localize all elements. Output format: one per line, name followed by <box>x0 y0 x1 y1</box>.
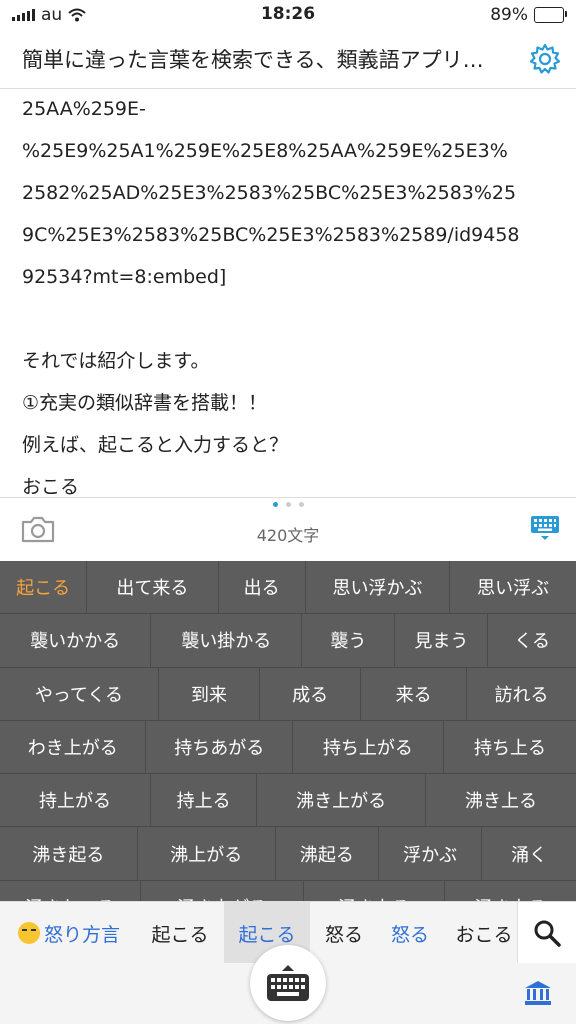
synonym-row: 襲いかかる 襲い掛かる 襲う 見まう くる <box>0 614 576 668</box>
candidate-item[interactable]: 怒る <box>378 902 442 964</box>
gear-icon[interactable] <box>528 42 562 76</box>
synonym-cell[interactable]: 見まう <box>395 614 489 667</box>
status-bar: au 18:26 89% <box>0 0 576 30</box>
synonym-cell[interactable]: 涌き上る <box>445 881 576 901</box>
synonym-cell[interactable]: 持ちあがる <box>146 720 293 774</box>
page-dot <box>285 502 291 507</box>
synonym-cell[interactable]: 来る <box>361 667 467 720</box>
emoji-candidate-label: 怒り方言 <box>43 923 120 946</box>
synonym-row: 涌きおこる 涌き上がる 涌き上る 涌き上る <box>0 880 576 901</box>
doc-line <box>22 298 552 340</box>
battery: 89% <box>490 5 567 25</box>
synonym-cell[interactable]: 沸起る <box>276 827 379 880</box>
synonym-cell[interactable]: 涌く <box>482 827 576 879</box>
doc-line: それでは紹介します。 <box>22 350 210 372</box>
battery-percent: 89% <box>490 5 528 25</box>
synonym-cell[interactable]: 持ち上る <box>444 721 576 773</box>
synonym-cell[interactable]: 思い浮ぶ <box>450 561 576 613</box>
synonym-cell[interactable]: 沸き上る <box>426 774 576 826</box>
doc-line: 25AA%259E- <box>22 98 146 120</box>
synonym-cell[interactable]: 出る <box>219 561 306 614</box>
synonym-cell[interactable]: 持ち上がる <box>293 720 444 774</box>
page-dot <box>298 502 304 507</box>
synonym-cell[interactable]: 襲いかかる <box>0 614 152 667</box>
laughing-face-icon <box>17 922 40 944</box>
synonym-row: 持上がる 持上る 沸き上がる 沸き上る <box>0 774 576 828</box>
synonym-cell[interactable]: 涌き上る <box>304 880 445 901</box>
synonym-cell[interactable]: 思い浮かぶ <box>306 561 451 614</box>
page-dot <box>272 502 278 507</box>
synonym-cell[interactable]: わき上がる <box>0 720 147 774</box>
keyboard-icon <box>267 965 309 1001</box>
synonym-cell[interactable]: 訪れる <box>467 668 576 720</box>
synonym-grid: 起こる 出て来る 出る 思い浮かぶ 思い浮ぶ 襲いかかる 襲い掛かる 襲う 見ま… <box>0 561 576 901</box>
document-body[interactable]: 25AA%259E- %25E9%25A1%259E%25E8%25AA%259… <box>22 88 552 496</box>
synonym-cell[interactable]: 沸上がる <box>138 827 276 880</box>
candidate-item[interactable]: 怒る <box>312 902 376 964</box>
synonym-cell[interactable]: 持上がる <box>0 774 151 827</box>
synonym-cell[interactable]: くる <box>488 614 576 666</box>
char-count: 420文字 <box>256 526 320 545</box>
synonym-cell[interactable]: 到来 <box>159 667 261 720</box>
keyboard-icon[interactable] <box>530 514 560 542</box>
synonym-row: 起こる 出て来る 出る 思い浮かぶ 思い浮ぶ <box>0 561 576 615</box>
emoji-candidate[interactable]: 怒り方言 <box>10 902 128 964</box>
battery-icon <box>534 7 567 23</box>
doc-line: 9C%25E3%2583%25BC%25E3%2583%2589/id9458 <box>22 224 520 246</box>
search-button[interactable] <box>517 902 576 964</box>
synonym-cell[interactable]: 起こる <box>0 561 88 614</box>
synonym-cell[interactable]: 沸き起る <box>0 827 138 880</box>
doc-line: %25E9%25A1%259E%25E8%25AA%259E%25E3% <box>22 140 508 162</box>
document-title[interactable]: 簡単に違った言葉を検索できる、類義語アプリ… <box>22 44 508 74</box>
doc-line: 92534?mt=8:embed] <box>22 266 227 288</box>
synonym-cell[interactable]: 涌きおこる <box>0 880 141 901</box>
doc-line: おこる <box>22 476 80 496</box>
synonym-row: わき上がる 持ちあがる 持ち上がる 持ち上る <box>0 720 576 775</box>
synonym-cell[interactable]: 浮かぶ <box>379 827 483 880</box>
synonym-cell[interactable]: 涌き上がる <box>141 880 304 901</box>
candidate-item[interactable]: おこる <box>448 902 520 964</box>
synonym-cell[interactable]: 持上る <box>151 774 258 827</box>
synonym-cell[interactable]: 出て来る <box>87 561 219 614</box>
synonym-cell[interactable]: 襲う <box>302 614 396 667</box>
synonym-cell[interactable]: 成る <box>260 667 362 720</box>
keyboard-toggle-button[interactable] <box>250 945 326 1021</box>
header: 簡単に違った言葉を検索できる、類義語アプリ… <box>0 30 576 89</box>
bank-icon[interactable] <box>524 979 552 1007</box>
synonym-row: やってくる 到来 成る 来る 訪れる <box>0 667 576 721</box>
synonym-row: 沸き起る 沸上がる 沸起る 浮かぶ 涌く <box>0 827 576 881</box>
doc-line: ①充実の類似辞書を搭載！！ <box>22 392 268 414</box>
page-indicator <box>0 502 576 507</box>
synonym-cell[interactable]: 襲い掛かる <box>151 614 303 667</box>
doc-line: 例えば、起こると入力すると？ <box>22 434 289 456</box>
synonym-cell[interactable]: やってくる <box>0 667 159 720</box>
search-icon <box>534 920 561 947</box>
bottom-bar <box>0 945 576 1024</box>
doc-line: 2582%25AD%25E3%2583%25BC%25E3%2583%25 <box>22 182 517 204</box>
candidate-item[interactable]: 起こる <box>138 902 222 964</box>
synonym-cell[interactable]: 沸き上がる <box>257 774 427 827</box>
